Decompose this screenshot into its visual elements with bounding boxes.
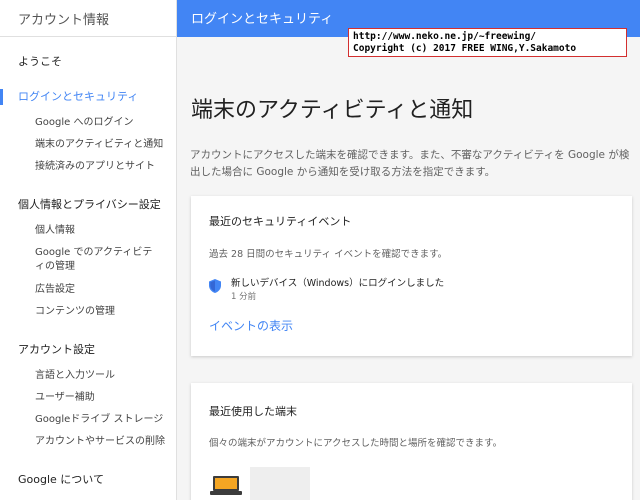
sidebar-item-delete-account[interactable]: アカウントやサービスの削除 [35,435,173,449]
device-thumbnail[interactable] [250,467,310,500]
page-description: アカウントにアクセスした端末を確認できます。また、不審なアクティビティを Goo… [190,149,630,178]
sidebar-item-personal-privacy[interactable]: 個人情報とプライバシー設定 [0,196,161,214]
sidebar-item-connected-apps[interactable]: 接続済みのアプリとサイト [35,160,173,174]
sidebar-item-accessibility[interactable]: ユーザー補助 [35,391,173,405]
sidebar: アカウント情報 ようこそ ログインとセキュリティ Google へのログイン 端… [0,0,177,500]
shield-icon [209,278,221,297]
sidebar-item-personal-info[interactable]: 個人情報 [35,224,173,238]
header-title: ログインとセキュリティ [191,12,334,27]
main-content: 端末のアクティビティと通知 アカウントにアクセスした端末を確認できます。また、不… [177,37,640,500]
sidebar-item-about-google[interactable]: Google について [0,471,104,489]
sidebar-title: アカウント情報 [0,0,176,37]
sidebar-item-google-login[interactable]: Google へのログイン [35,116,173,130]
security-card-title: 最近のセキュリティイベント [209,215,352,228]
sidebar-item-device-activity[interactable]: 端末のアクティビティと通知 [35,138,173,152]
laptop-icon [210,476,242,500]
sidebar-item-account-prefs[interactable]: アカウント設定 [0,341,95,359]
sidebar-item-login-security[interactable]: ログインとセキュリティ [0,88,138,106]
view-events-link[interactable]: イベントの表示 [209,317,293,334]
sidebar-item-language[interactable]: 言語と入力ツール [35,369,173,383]
security-card-text: 過去 28 日間のセキュリティ イベントを確認できます。 [209,249,448,260]
page-title: 端末のアクティビティと通知 [191,98,474,123]
security-events-card: 最近のセキュリティイベント 過去 28 日間のセキュリティ イベントを確認できま… [191,196,632,356]
security-event-text[interactable]: 新しいデバイス（Windows）にログインしました [231,275,444,289]
sidebar-item-ad-settings[interactable]: 広告設定 [35,283,173,297]
sidebar-item-welcome[interactable]: ようこそ [0,53,62,71]
recent-devices-card: 最近使用した端末 個々の端末がアカウントにアクセスした時間と場所を確認できます。 [191,383,632,500]
devices-card-title: 最近使用した端末 [209,405,297,418]
security-event-time: 1 分前 [231,292,257,302]
sidebar-item-drive-storage[interactable]: Googleドライブ ストレージ [35,413,173,427]
devices-card-text: 個々の端末がアカウントにアクセスした時間と場所を確認できます。 [209,438,503,449]
sidebar-item-activity-controls[interactable]: Google でのアクティビティの管理 [35,246,160,274]
sidebar-item-content-control[interactable]: コンテンツの管理 [35,305,173,319]
